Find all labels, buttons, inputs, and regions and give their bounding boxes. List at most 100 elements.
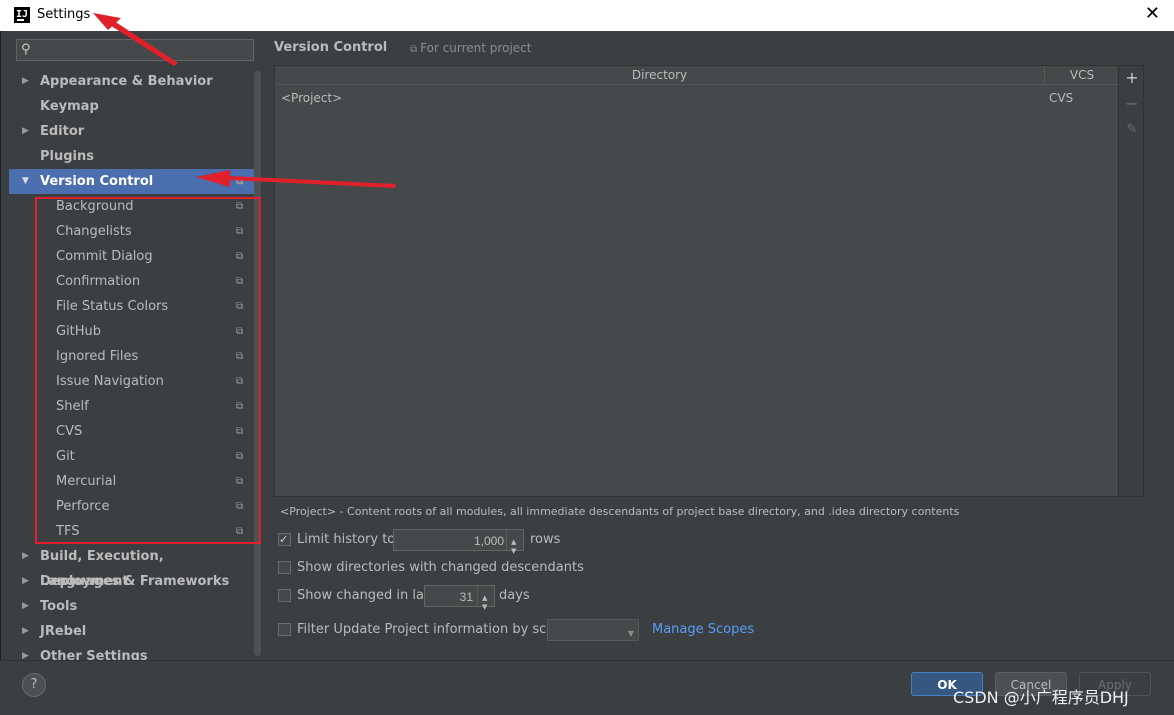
sidebar-item-label: Keymap [40, 99, 99, 114]
cell-directory: <Project> [281, 91, 343, 105]
project-scope-icon: ⧉ [236, 451, 244, 462]
sidebar-item-plugins[interactable]: Plugins [9, 144, 255, 169]
sidebar-item-label: GitHub [56, 324, 102, 339]
chevron-right-icon[interactable]: ▶ [22, 69, 29, 94]
close-icon[interactable]: ✕ [1145, 3, 1160, 24]
filter-update-label: Filter Update Project information by sco… [297, 622, 571, 637]
sidebar-item-label: Shelf [56, 399, 89, 414]
sidebar-item-perforce[interactable]: Perforce ⧉ [9, 494, 255, 519]
sidebar-item-changelists[interactable]: Changelists ⧉ [9, 219, 255, 244]
remove-icon[interactable]: − [1124, 96, 1140, 112]
sidebar-item-file-status-colors[interactable]: File Status Colors ⧉ [9, 294, 255, 319]
sidebar-item-appearance-behavior[interactable]: ▶ Appearance & Behavior [9, 69, 255, 94]
chevron-right-icon[interactable]: ▶ [22, 619, 29, 644]
sidebar-item-tfs[interactable]: TFS ⧉ [9, 519, 255, 544]
project-scope-icon: ⧉ [236, 301, 244, 312]
sidebar-item-label: JRebel [40, 624, 87, 639]
sidebar-item-label: Commit Dialog [56, 249, 153, 264]
sidebar-item-background[interactable]: Background ⧉ [9, 194, 255, 219]
project-scope-icon: ⧉ [236, 201, 244, 212]
sidebar-item-label: Tools [40, 599, 78, 614]
chevron-down-icon[interactable]: ▼ [22, 169, 29, 194]
project-scope-icon: ⧉ [410, 44, 418, 55]
settings-content: Version Control ⧉ For current project Dir… [263, 31, 1174, 660]
sidebar-item-other-settings[interactable]: ▶ Other Settings [9, 644, 255, 660]
mapping-description: <Project> - Content roots of all modules… [280, 505, 960, 518]
manage-scopes-link[interactable]: Manage Scopes [652, 619, 754, 641]
sidebar-item-label: Confirmation [56, 274, 141, 289]
stepper-arrows[interactable]: ▲ ▼ [477, 586, 494, 611]
sidebar-item-label: Editor [40, 124, 85, 139]
project-scope-icon: ⧉ [236, 376, 244, 387]
window-title: Settings [37, 7, 91, 22]
chevron-right-icon[interactable]: ▶ [22, 644, 29, 660]
sidebar-item-label: Changelists [56, 224, 132, 239]
show-changed-option: Show changed in last ▲ ▼ days [278, 585, 578, 611]
sidebar-item-label: CVS [56, 424, 83, 439]
show-changed-checkbox[interactable] [278, 589, 291, 602]
watermark: CSDN @小广程序员DHJ [953, 688, 1129, 707]
column-directory[interactable]: Directory [275, 66, 1045, 84]
show-changed-stepper[interactable]: ▲ ▼ [424, 585, 495, 611]
sidebar-item-cvs[interactable]: CVS ⧉ [9, 419, 255, 444]
vcs-mappings-table: Directory VCS <Project> CVS [274, 65, 1119, 497]
limit-history-stepper[interactable]: ▲ ▼ [393, 529, 524, 555]
sidebar-item-tools[interactable]: ▶ Tools [9, 594, 255, 619]
limit-history-input[interactable] [394, 531, 506, 551]
sidebar-item-mercurial[interactable]: Mercurial ⧉ [9, 469, 255, 494]
filter-update-checkbox[interactable] [278, 623, 291, 636]
sidebar-item-label: Perforce [56, 499, 110, 514]
sidebar-item-ignored-files[interactable]: Ignored Files ⧉ [9, 344, 255, 369]
search-input[interactable] [39, 41, 253, 61]
chevron-right-icon[interactable]: ▶ [22, 544, 29, 569]
sidebar-item-shelf[interactable]: Shelf ⧉ [9, 394, 255, 419]
project-scope-icon: ⧉ [236, 176, 244, 187]
scope-select[interactable]: ▼ [547, 619, 639, 641]
sidebar-item-build-execution-deployment[interactable]: ▶ Build, Execution, Deployment [9, 544, 255, 589]
chevron-right-icon[interactable]: ▶ [22, 569, 29, 594]
title-bar: IJ Settings ✕ [0, 0, 1174, 31]
stepper-down-icon[interactable]: ▼ [482, 596, 487, 618]
sidebar-scrollbar[interactable] [254, 71, 261, 656]
sidebar-item-jrebel[interactable]: ▶ JRebel [9, 619, 255, 644]
project-scope-icon: ⧉ [236, 326, 244, 337]
sidebar-item-label: Other Settings [40, 649, 148, 660]
chevron-right-icon[interactable]: ▶ [22, 594, 29, 619]
table-header: Directory VCS [275, 66, 1118, 85]
table-row[interactable]: <Project> CVS [275, 88, 1118, 108]
days-suffix: days [499, 588, 530, 603]
sidebar-item-label: Git [56, 449, 75, 464]
chevron-down-icon: ▼ [627, 629, 634, 638]
sidebar-item-editor[interactable]: ▶ Editor [9, 119, 255, 144]
sidebar-item-version-control[interactable]: ▼ Version Control ⧉ [9, 169, 255, 194]
table-toolbar: + − ✎ [1120, 65, 1144, 497]
stepper-arrows[interactable]: ▲ ▼ [506, 530, 523, 555]
sidebar-item-github[interactable]: GitHub ⧉ [9, 319, 255, 344]
project-scope-icon: ⧉ [236, 401, 244, 412]
intellij-app-icon: IJ [14, 7, 30, 23]
sidebar-item-label: Appearance & Behavior [40, 74, 213, 89]
cell-vcs: CVS [1049, 91, 1074, 105]
sidebar-item-label: Mercurial [56, 474, 117, 489]
sidebar-item-label: Issue Navigation [56, 374, 164, 389]
settings-tree: ▶ Appearance & Behavior Keymap ▶ Editor Plugi… [9, 69, 255, 660]
show-dirs-checkbox[interactable] [278, 561, 291, 574]
settings-search[interactable]: ⚲ [16, 39, 254, 61]
sidebar-item-languages-frameworks[interactable]: ▶ Languages & Frameworks [9, 569, 255, 594]
project-scope-icon: ⧉ [236, 426, 244, 437]
chevron-right-icon[interactable]: ▶ [22, 119, 29, 144]
sidebar-item-keymap[interactable]: Keymap [9, 94, 255, 119]
limit-history-label: Limit history to: [297, 532, 400, 547]
sidebar-item-issue-navigation[interactable]: Issue Navigation ⧉ [9, 369, 255, 394]
sidebar-item-commit-dialog[interactable]: Commit Dialog ⧉ [9, 244, 255, 269]
edit-icon[interactable]: ✎ [1124, 122, 1140, 138]
limit-history-checkbox[interactable] [278, 529, 291, 551]
project-scope-icon: ⧉ [236, 276, 244, 287]
help-button[interactable]: ? [22, 673, 46, 697]
sidebar-item-confirmation[interactable]: Confirmation ⧉ [9, 269, 255, 294]
show-changed-input[interactable] [425, 587, 475, 607]
sidebar-item-git[interactable]: Git ⧉ [9, 444, 255, 469]
sidebar-item-label: Plugins [40, 149, 94, 164]
column-vcs[interactable]: VCS [1045, 66, 1119, 84]
add-icon[interactable]: + [1124, 70, 1140, 86]
